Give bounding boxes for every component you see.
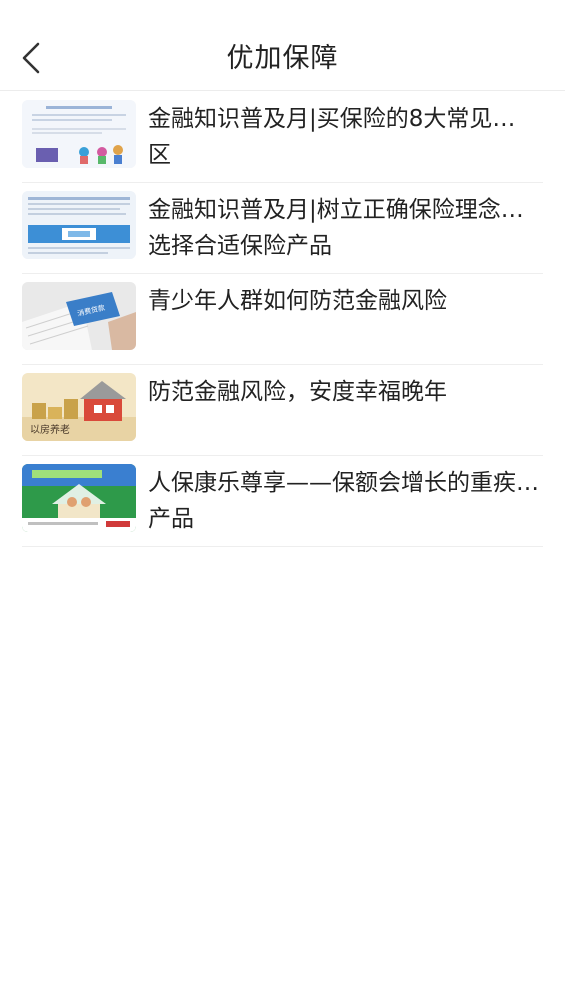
card-keyboard-photo-thumbnail: 消费贷款 [22, 282, 136, 350]
list-item[interactable]: 人保康乐尊享——保额会增长的重疾… 产品 [22, 455, 543, 547]
health-insurance-poster-thumbnail [22, 464, 136, 532]
page-title: 优加保障 [226, 43, 339, 74]
list-item[interactable]: 消费贷款 青少年人群如何防范金融风险 [22, 273, 543, 365]
list-item[interactable]: 金融知识普及月|树立正确保险理念… 选择合适保险产品 [22, 182, 543, 274]
article-title: 防范金融风险，安度幸福晚年 [148, 379, 447, 405]
insurance-concept-poster-thumbnail [22, 191, 136, 259]
nav-header: 优加保障 [0, 0, 565, 91]
svg-text:以房养老: 以房养老 [30, 423, 70, 436]
article-title: 人保康乐尊享——保额会增长的重疾… 产品 [148, 470, 539, 532]
article-title: 金融知识普及月|买保险的8大常见… 区 [148, 106, 516, 168]
list-item[interactable]: 金融知识普及月|买保险的8大常见… 区 [22, 91, 543, 183]
article-title: 青少年人群如何防范金融风险 [148, 288, 447, 314]
house-coins-photo-thumbnail: 以房养老 [22, 373, 136, 441]
financial-knowledge-poster-thumbnail [22, 100, 136, 168]
article-title: 金融知识普及月|树立正确保险理念… 选择合适保险产品 [148, 197, 524, 259]
list-item[interactable]: 以房养老 防范金融风险，安度幸福晚年 [22, 364, 543, 456]
